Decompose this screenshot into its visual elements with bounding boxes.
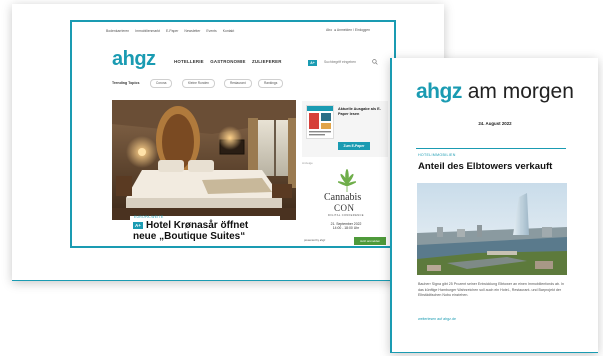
trending-pill[interactable]: Restaurant: [224, 79, 252, 88]
category-zulieferer[interactable]: ZULIEFERER: [252, 59, 282, 64]
account-links: Abo ● Anmelden / Einloggen: [326, 28, 370, 32]
category-hotellerie[interactable]: HOTELLERIE: [174, 59, 204, 64]
top-navigation: Bodenkarrieren Immobilienmarkt E-Paper N…: [106, 29, 239, 33]
article-teaser: Bauherr Signa gibt 25 Prozent seiner Ent…: [418, 282, 565, 298]
cannabis-con-title: CON: [334, 203, 355, 213]
topnav-link[interactable]: Immobilienmarkt: [135, 29, 160, 33]
epaper-cover-thumbnail: [306, 105, 334, 139]
newsletter-preview-card: ahgz am morgen 24. August 2022 HOTELIMMO…: [390, 58, 598, 353]
article-headline[interactable]: Anteil des Elbtowers verkauft: [418, 161, 552, 172]
plus-badge[interactable]: A+: [308, 60, 317, 66]
newsletter-logo[interactable]: ahgz am morgen: [416, 80, 574, 104]
category-gastronomie[interactable]: GASTRONOMIE: [210, 59, 245, 64]
trending-pill[interactable]: Kleine Runden: [182, 79, 215, 88]
epaper-ad-title: Aktuelle Ausgabe als E-Paper lesen: [338, 107, 381, 116]
epaper-button[interactable]: Zum E-Paper: [338, 142, 370, 150]
cannabis-leaf-icon: [338, 169, 356, 192]
search-icon[interactable]: [372, 59, 378, 65]
desktop-preview-card: Bodenkarrieren Immobilienmarkt E-Paper N…: [12, 4, 444, 281]
article-kicker: HOTELIMMOBILIEN: [418, 153, 456, 157]
hero-headline[interactable]: A+ Hotel Krønasår öffnet neue „Boutique S…: [133, 220, 248, 242]
cannabis-title: Cannabis: [324, 192, 362, 203]
hero-image[interactable]: [112, 100, 296, 220]
search-input[interactable]: Suchbegriff eingeben: [324, 59, 368, 66]
cannabis-subtitle: DIGITAL CONFERENCE: [328, 214, 364, 217]
trending-pill[interactable]: Corona: [150, 79, 173, 88]
hero-caption[interactable]: EUROPA-WEITE A+ Hotel Krønasår öffnet neu…: [130, 215, 280, 244]
newsletter-date: 24. August 2022: [478, 121, 512, 126]
desktop-browser-frame: Bodenkarrieren Immobilienmarkt E-Paper N…: [70, 20, 396, 248]
topnav-link[interactable]: Newsletter: [184, 29, 200, 33]
user-icon: ●: [333, 28, 337, 32]
register-button[interactable]: Jetzt anmelden: [354, 237, 386, 245]
site-logo[interactable]: ahgz: [112, 48, 156, 71]
cannabis-con-ad[interactable]: Cannabis CON DIGITAL CONFERENCE 21. Sept…: [302, 167, 388, 246]
hero-kicker: EUROPA-WEITE: [134, 215, 164, 219]
trending-label: Trending Topics: [112, 81, 140, 85]
cannabis-presenter: presented by ahgz: [304, 239, 326, 242]
abo-link[interactable]: Abo: [326, 28, 332, 32]
divider: [416, 148, 566, 149]
topnav-link[interactable]: Events: [206, 29, 216, 33]
trending-pill[interactable]: Rankings: [258, 79, 284, 88]
epaper-ad[interactable]: Aktuelle Ausgabe als E-Paper lesen Zum E…: [302, 101, 388, 157]
topnav-link[interactable]: Kontakt: [223, 29, 235, 33]
cannabis-date: 21. September 2022 14:00 - 18:00 Uhr: [330, 222, 362, 231]
elbtower-skyline-illustration: [417, 183, 567, 275]
topnav-link[interactable]: E-Paper: [166, 29, 178, 33]
plus-badge: A+: [133, 222, 143, 229]
ad-label: Anzeige: [302, 161, 313, 165]
category-nav: HOTELLERIE GASTRONOMIE ZULIEFERER: [174, 59, 287, 64]
read-more-link[interactable]: weiterlesen auf ahgz.de: [418, 317, 456, 321]
article-image[interactable]: [417, 183, 567, 275]
login-link[interactable]: Anmelden / Einloggen: [337, 28, 370, 32]
topnav-link[interactable]: Bodenkarrieren: [106, 29, 129, 33]
hotel-room-illustration: [112, 100, 296, 220]
